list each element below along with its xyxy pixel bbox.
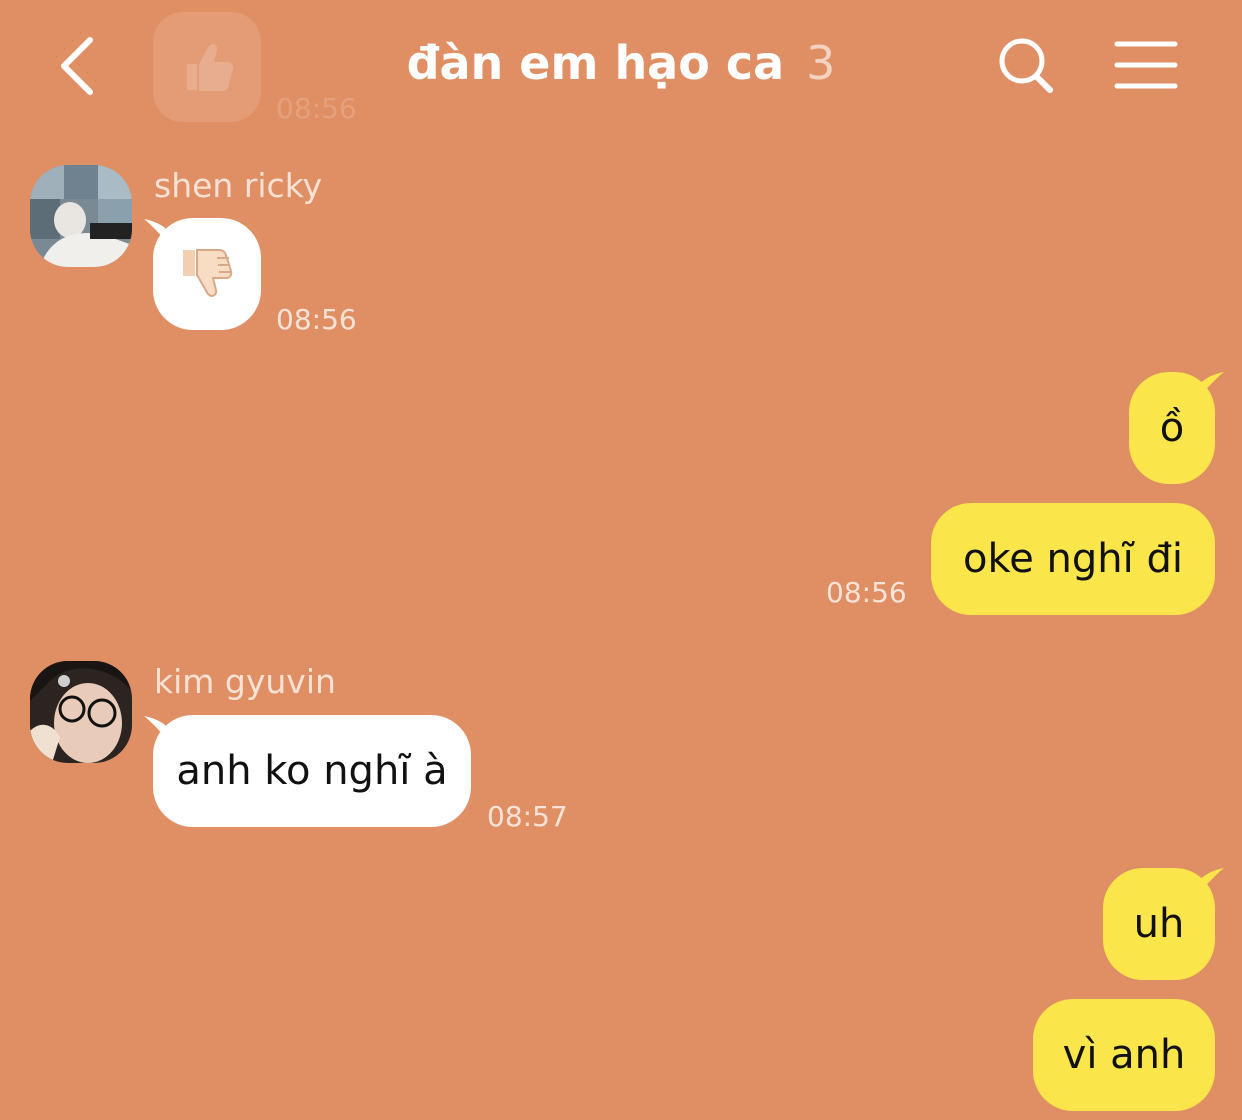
faded-timestamp: 08:56 [276,92,357,125]
member-count: 3 [806,36,836,90]
sender-name: kim gyuvin [154,662,336,701]
search-icon [999,38,1053,93]
message-bubble-outgoing[interactable]: ồ [1129,372,1215,484]
message-timestamp: 08:56 [826,576,907,609]
avatar-kim-gyuvin[interactable] [30,661,132,763]
message-bubble-outgoing[interactable]: uh [1103,868,1215,980]
chat-title: đàn em hạo ca [406,36,785,90]
search-button[interactable] [996,36,1058,96]
message-timestamp: 08:57 [487,800,568,833]
thumbs-down-icon [183,249,233,297]
menu-icon [1114,41,1178,89]
message-timestamp: 08:56 [276,303,357,336]
menu-button[interactable] [1114,40,1178,90]
message-bubble-outgoing[interactable]: oke nghĩ đi [931,503,1215,615]
avatar-shen-ricky[interactable] [30,165,132,267]
message-bubble-outgoing[interactable]: vì anh [1033,999,1215,1111]
message-bubble-emoji[interactable] [153,218,261,330]
sender-name: shen ricky [154,166,323,205]
message-bubble-incoming[interactable]: anh ko nghĩ à [153,715,471,827]
